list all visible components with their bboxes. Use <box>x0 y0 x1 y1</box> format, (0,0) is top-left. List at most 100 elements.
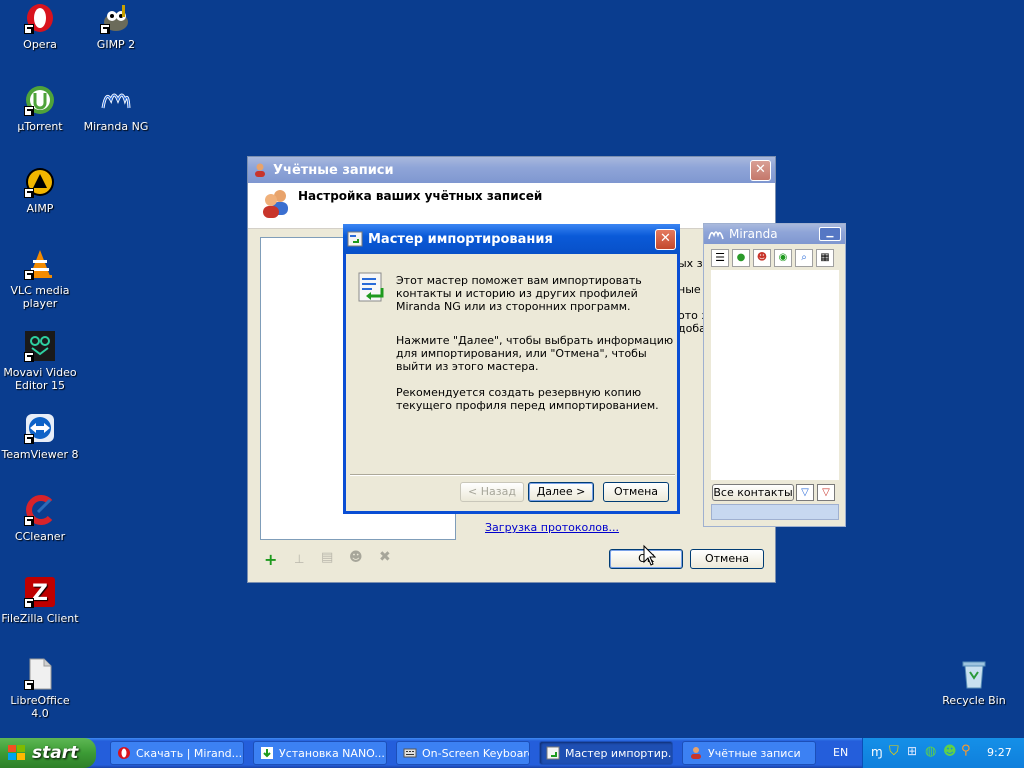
wizard-next-button[interactable]: Далее > <box>528 482 594 502</box>
search-tray-icon[interactable]: ⚲ <box>961 743 971 758</box>
desktop-icon-ccleaner[interactable]: CCleaner <box>0 494 80 543</box>
language-indicator[interactable]: EN <box>833 746 848 759</box>
desktop-icon-opera[interactable]: Opera <box>0 2 80 51</box>
desktop-icon-movavi[interactable]: Movavi Video Editor 15 <box>0 330 80 392</box>
desktop-icon-filezilla[interactable]: Z FileZilla Client <box>0 576 80 625</box>
main-menu-icon[interactable]: ☰ <box>711 249 729 267</box>
taskbar-item-label: Скачать | Mirand... <box>136 746 243 760</box>
vlc-icon <box>24 248 56 280</box>
users-icon <box>260 187 292 219</box>
shield-icon[interactable]: ⛉ <box>889 744 899 759</box>
options-icon[interactable]: ▦ <box>816 249 834 267</box>
status-bar <box>711 504 839 520</box>
taskbar-item-opera[interactable]: Скачать | Mirand... <box>110 741 244 765</box>
taskbar-item-label: Мастер импортир... <box>565 746 673 760</box>
minimize-button[interactable]: ▁ <box>819 227 841 241</box>
libreoffice-icon <box>24 658 56 690</box>
messenger-tray-icon[interactable]: ☻ <box>943 744 957 759</box>
find-contact-icon[interactable]: ⌕ <box>795 249 813 267</box>
taskbar-item-keyboard[interactable]: On-Screen Keyboard <box>396 741 530 765</box>
clear-filter-icon[interactable]: ▽ <box>817 484 835 501</box>
desktop-icon-aimp[interactable]: AIMP <box>0 166 80 215</box>
accounts-close-button[interactable]: ✕ <box>750 159 771 181</box>
gimp-icon <box>100 2 132 34</box>
accounts-titlebar[interactable]: Учётные записи ✕ <box>248 157 775 183</box>
accounts-header-text: Настройка ваших учётных записей <box>298 189 543 203</box>
desktop-icon-label: Opera <box>23 38 57 51</box>
desktop-icon-label: Miranda NG <box>83 120 149 133</box>
account-options-icon[interactable]: ▤ <box>321 550 333 565</box>
opera-icon <box>24 2 56 34</box>
wizard-close-button[interactable]: ✕ <box>655 228 676 250</box>
wizard-window-title: Мастер импортирования <box>368 231 553 247</box>
desktop-icon-label: CCleaner <box>14 530 66 543</box>
desktop-icon-label: Recycle Bin <box>942 694 1006 707</box>
wizard-paragraph-1: Этот мастер поможет вам импортировать ко… <box>396 274 642 313</box>
account-users-icon[interactable]: ☻ <box>349 550 363 565</box>
all-contacts-button[interactable]: Все контакты <box>712 484 794 501</box>
desktop-icon-utorrent[interactable]: µTorrent <box>0 84 80 133</box>
desktop-icon-libreoffice[interactable]: LibreOffice 4.0 <box>0 658 80 720</box>
miranda-window: Miranda ▁ ☰ ● ☻ ◉ ⌕ ▦ Все контакты ▽ ▽ <box>703 223 846 527</box>
taskbar-item-installer[interactable]: Установка NANO... <box>253 741 387 765</box>
miranda-window-icon <box>708 226 724 242</box>
miranda-tray-icon[interactable]: ɱ <box>871 745 883 759</box>
load-protocols-link[interactable]: Загрузка протоколов... <box>485 521 619 534</box>
utorrent-icon <box>24 84 56 116</box>
taskbar-item-import-wizard[interactable]: Мастер импортир... <box>539 741 673 765</box>
import-wizard-window: Мастер импортирования ✕ Этот мастер помо… <box>343 224 680 514</box>
taskbar: start Скачать | Mirand... Установка NANO… <box>0 738 1024 768</box>
wizard-cancel-button[interactable]: Отмена <box>603 482 669 502</box>
contact-list[interactable] <box>711 270 839 480</box>
desktop-icon-label: LibreOffice 4.0 <box>10 694 70 720</box>
desktop-icon-recycle-bin[interactable]: Recycle Bin <box>934 658 1014 707</box>
desktop-icon-miranda[interactable]: Miranda NG <box>76 84 156 133</box>
aimp-icon <box>24 166 56 198</box>
accounts-window-title: Учётные записи <box>273 162 394 178</box>
miranda-toolbar: ☰ ● ☻ ◉ ⌕ ▦ <box>711 249 839 267</box>
start-label: start <box>32 743 79 763</box>
wizard-back-button[interactable]: < Назад <box>460 482 524 502</box>
accounts-header: Настройка ваших учётных записей <box>248 183 775 229</box>
accounts-icon <box>689 746 703 760</box>
desktop-icon-label: GIMP 2 <box>96 38 136 51</box>
accounts-icon[interactable]: ☻ <box>753 249 771 267</box>
svg-text:Z: Z <box>32 581 48 606</box>
online-status-icon[interactable]: ◉ <box>774 249 792 267</box>
teamviewer-icon <box>24 412 56 444</box>
rename-account-icon[interactable]: ⊥ <box>294 552 304 566</box>
start-button[interactable]: start <box>0 738 96 768</box>
ccleaner-icon <box>24 494 56 526</box>
mouse-cursor-icon <box>642 544 657 566</box>
network-icon[interactable]: ⊞ <box>907 744 917 758</box>
desktop-icon-label: FileZilla Client <box>1 612 79 625</box>
desktop-icon-teamviewer[interactable]: TeamViewer 8 <box>0 412 80 461</box>
status-traffic-icon[interactable]: ● <box>732 249 750 267</box>
filter-icon[interactable]: ▽ <box>796 484 814 501</box>
miranda-icon <box>100 84 132 116</box>
wizard-divider <box>350 474 675 476</box>
add-account-icon[interactable]: + <box>264 550 277 569</box>
filezilla-icon: Z <box>24 576 56 608</box>
desktop-icon-vlc[interactable]: VLC media player <box>0 248 80 310</box>
wizard-paragraph-3: Рекомендуется создать резервную копию те… <box>396 386 659 412</box>
wizard-window-icon <box>347 231 363 247</box>
download-icon <box>260 746 274 760</box>
taskbar-item-label: On-Screen Keyboard <box>422 746 530 760</box>
desktop-icon-gimp[interactable]: GIMP 2 <box>76 2 156 51</box>
opera-icon <box>117 746 131 760</box>
utorrent-tray-icon[interactable]: ◍ <box>925 744 936 759</box>
taskbar-item-label: Учётные записи <box>708 746 801 760</box>
wizard-icon <box>546 746 560 760</box>
taskbar-item-accounts[interactable]: Учётные записи <box>682 741 816 765</box>
desktop-icon-label: TeamViewer 8 <box>1 448 79 461</box>
delete-account-icon[interactable]: ✖ <box>379 549 391 565</box>
miranda-titlebar[interactable]: Miranda ▁ <box>704 224 845 244</box>
wizard-paragraph-2: Нажмите "Далее", чтобы выбрать информаци… <box>396 334 674 373</box>
desktop-icon-label: Movavi Video Editor 15 <box>3 366 77 392</box>
wizard-titlebar[interactable]: Мастер импортирования ✕ <box>343 224 680 254</box>
desktop-icon-label: µTorrent <box>17 120 63 133</box>
clock: 9:27 <box>987 746 1012 759</box>
movavi-icon <box>24 330 56 362</box>
accounts-cancel-button[interactable]: Отмена <box>690 549 764 569</box>
